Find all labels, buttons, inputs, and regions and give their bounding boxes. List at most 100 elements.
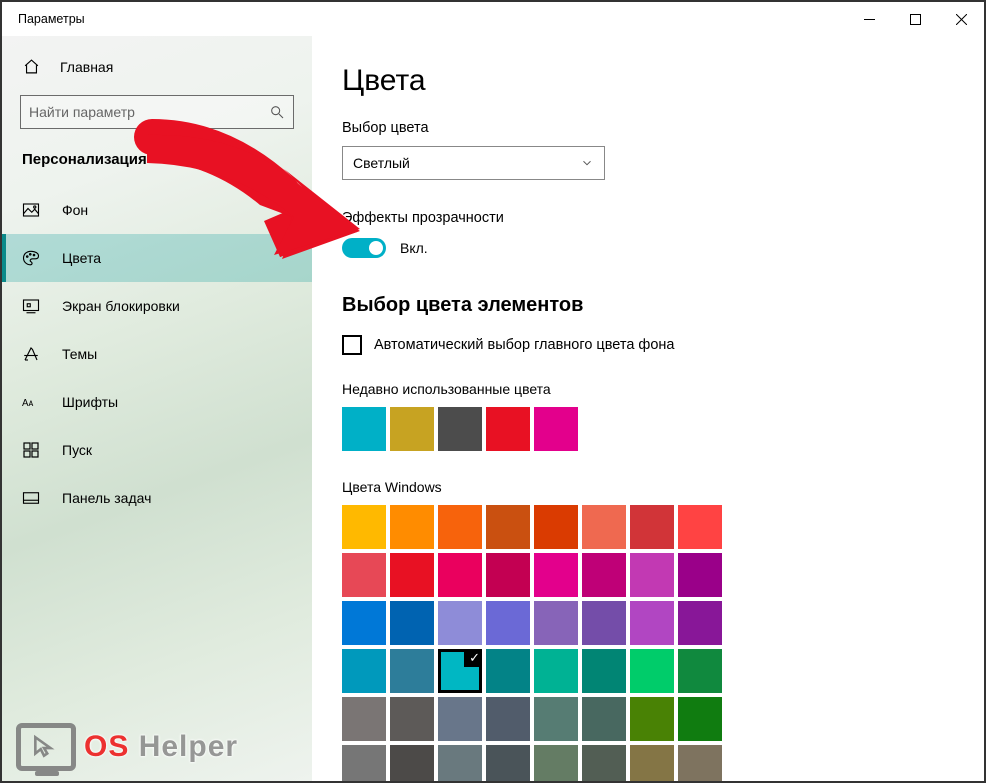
- color-swatch[interactable]: [582, 745, 626, 781]
- color-swatch[interactable]: [582, 697, 626, 741]
- color-swatch[interactable]: [630, 553, 674, 597]
- color-swatch[interactable]: [678, 697, 722, 741]
- taskbar-icon: [22, 489, 40, 507]
- color-swatch[interactable]: [678, 601, 722, 645]
- color-swatch[interactable]: [486, 601, 530, 645]
- sidebar-item-label: Шрифты: [62, 394, 118, 410]
- sidebar-item-label: Панель задач: [62, 490, 151, 506]
- color-swatch[interactable]: [486, 745, 530, 781]
- home-icon: [22, 58, 40, 75]
- search-placeholder: Найти параметр: [29, 104, 269, 120]
- sidebar-item-start[interactable]: Пуск: [2, 426, 312, 474]
- transparency-label: Эффекты прозрачности: [342, 210, 944, 226]
- color-swatch[interactable]: [678, 505, 722, 549]
- color-swatch[interactable]: [486, 505, 530, 549]
- color-swatch[interactable]: [390, 697, 434, 741]
- maximize-button[interactable]: [892, 2, 938, 36]
- color-mode-dropdown[interactable]: Светлый: [342, 146, 605, 180]
- sidebar-item-taskbar[interactable]: Панель задач: [2, 474, 312, 522]
- sidebar-item-label: Темы: [62, 346, 97, 362]
- recent-color-swatch[interactable]: [534, 407, 578, 451]
- color-swatch[interactable]: [582, 601, 626, 645]
- color-swatch[interactable]: [630, 697, 674, 741]
- windows-colors-grid: ✓: [342, 505, 944, 781]
- color-swatch[interactable]: [342, 553, 386, 597]
- color-swatch[interactable]: [534, 649, 578, 693]
- recent-color-swatch[interactable]: [438, 407, 482, 451]
- fonts-icon: Aᴀ: [22, 395, 40, 409]
- color-swatch[interactable]: [630, 601, 674, 645]
- color-swatch[interactable]: [582, 649, 626, 693]
- color-swatch[interactable]: [582, 505, 626, 549]
- color-swatch[interactable]: [342, 697, 386, 741]
- color-swatch[interactable]: [486, 649, 530, 693]
- themes-icon: [22, 345, 40, 363]
- color-swatch[interactable]: [438, 697, 482, 741]
- minimize-button[interactable]: [846, 2, 892, 36]
- accent-heading: Выбор цвета элементов: [342, 294, 944, 317]
- color-swatch[interactable]: [390, 505, 434, 549]
- dropdown-value: Светлый: [353, 155, 410, 171]
- color-swatch[interactable]: [438, 601, 482, 645]
- color-swatch[interactable]: [342, 505, 386, 549]
- close-button[interactable]: [938, 2, 984, 36]
- color-choice-label: Выбор цвета: [342, 120, 944, 136]
- color-swatch[interactable]: [438, 553, 482, 597]
- color-swatch[interactable]: [534, 553, 578, 597]
- transparency-toggle[interactable]: [342, 238, 386, 258]
- home-label: Главная: [60, 59, 113, 75]
- color-swatch[interactable]: [390, 649, 434, 693]
- sidebar-item-themes[interactable]: Темы: [2, 330, 312, 378]
- recent-colors-label: Недавно использованные цвета: [342, 381, 944, 397]
- watermark-monitor-icon: [16, 723, 76, 771]
- color-swatch[interactable]: [438, 505, 482, 549]
- color-swatch[interactable]: [678, 745, 722, 781]
- color-swatch[interactable]: [630, 505, 674, 549]
- picture-icon: [22, 201, 40, 219]
- color-swatch[interactable]: [486, 553, 530, 597]
- sidebar-item-label: Пуск: [62, 442, 92, 458]
- sidebar: Главная Найти параметр Персонализация Фо…: [2, 36, 312, 781]
- search-input[interactable]: Найти параметр: [20, 95, 294, 129]
- sidebar-item-lockscreen[interactable]: Экран блокировки: [2, 282, 312, 330]
- search-icon: [269, 104, 285, 120]
- color-swatch[interactable]: [486, 697, 530, 741]
- color-swatch[interactable]: [390, 601, 434, 645]
- color-swatch[interactable]: [630, 745, 674, 781]
- recent-color-swatch[interactable]: [390, 407, 434, 451]
- color-swatch[interactable]: [390, 553, 434, 597]
- recent-colors-row: [342, 407, 944, 451]
- sidebar-item-colors[interactable]: Цвета: [2, 234, 312, 282]
- color-swatch[interactable]: [678, 649, 722, 693]
- auto-pick-checkbox[interactable]: [342, 335, 362, 355]
- color-swatch[interactable]: [390, 745, 434, 781]
- recent-color-swatch[interactable]: [342, 407, 386, 451]
- sidebar-item-label: Цвета: [62, 250, 101, 266]
- color-swatch[interactable]: [342, 601, 386, 645]
- lockscreen-icon: [22, 297, 40, 315]
- color-swatch[interactable]: [630, 649, 674, 693]
- content-area: Цвета Выбор цвета Светлый Эффекты прозра…: [312, 36, 984, 781]
- sidebar-item-background[interactable]: Фон: [2, 186, 312, 234]
- palette-icon: [22, 249, 40, 267]
- watermark: OS Helper: [16, 723, 238, 771]
- home-button[interactable]: Главная: [2, 52, 312, 81]
- sidebar-item-label: Экран блокировки: [62, 298, 180, 314]
- color-swatch[interactable]: [534, 505, 578, 549]
- color-swatch[interactable]: [678, 553, 722, 597]
- color-swatch[interactable]: [438, 745, 482, 781]
- color-swatch[interactable]: [342, 649, 386, 693]
- color-swatch[interactable]: [582, 553, 626, 597]
- sidebar-item-fonts[interactable]: Aᴀ Шрифты: [2, 378, 312, 426]
- chevron-down-icon: [580, 156, 594, 170]
- cursor-icon: [31, 734, 57, 760]
- window-title: Параметры: [18, 12, 85, 26]
- color-swatch[interactable]: ✓: [438, 649, 482, 693]
- titlebar: Параметры: [2, 2, 984, 36]
- color-swatch[interactable]: [534, 697, 578, 741]
- color-swatch[interactable]: [534, 745, 578, 781]
- color-swatch[interactable]: [342, 745, 386, 781]
- color-swatch[interactable]: [534, 601, 578, 645]
- recent-color-swatch[interactable]: [486, 407, 530, 451]
- section-title: Персонализация: [2, 151, 312, 168]
